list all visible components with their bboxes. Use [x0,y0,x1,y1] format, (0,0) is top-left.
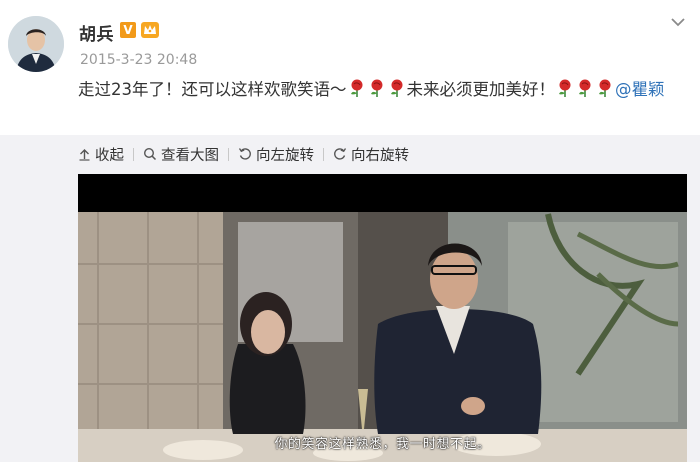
rotate-left-label: 向左旋转 [256,147,314,164]
rose-icon [350,79,362,97]
post-header: 胡兵 V 2015-3-23 20:48 走过23年了！还可以这样欢歌笑语～ 未来… [0,0,700,135]
username[interactable]: 胡兵 [79,20,114,45]
collapse-button[interactable]: 收起 [78,143,124,165]
rose-icon [390,79,402,97]
crown-icon[interactable] [140,19,160,39]
rotate-right-label: 向右旋转 [351,147,409,164]
rose-icon [370,79,382,97]
arrow-up-icon [79,148,90,161]
chevron-down-icon[interactable] [668,12,688,32]
collapse-label: 收起 [95,147,124,164]
post-text-part2: 未来必须更加美好！ [406,80,556,99]
rose-icon [579,79,591,97]
media-area: 收起 查看大图 向左旋转 向右旋转 你的笑容这样熟悉，我一时想不起。 [0,135,700,462]
toolbar-divider [133,147,134,161]
post-text-part1: 走过23年了！还可以这样欢歌笑语～ [78,80,347,99]
verified-badge[interactable]: V [120,22,136,38]
toolbar-divider [323,147,324,161]
rotate-left-button[interactable]: 向左旋转 [238,143,314,165]
post-photo[interactable]: 你的笑容这样熟悉，我一时想不起。 [78,174,687,462]
rose-icon [559,79,571,97]
photo-scene [78,174,687,462]
avatar[interactable] [8,16,64,72]
rotate-left-icon [238,148,251,160]
mention-link[interactable]: @瞿颖 [615,80,665,99]
media-toolbar: 收起 查看大图 向左旋转 向右旋转 [78,143,409,165]
photo-subtitle: 你的笑容这样熟悉，我一时想不起。 [274,437,491,452]
post-text: 走过23年了！还可以这样欢歌笑语～ 未来必须更加美好！ @瞿颖 [78,76,688,103]
search-icon [143,147,157,161]
toolbar-divider [228,147,229,161]
rotate-right-button[interactable]: 向右旋转 [333,143,409,165]
post-timestamp[interactable]: 2015-3-23 20:48 [80,52,197,68]
rose-icon [599,79,611,97]
view-large-label: 查看大图 [161,147,219,164]
rotate-right-icon [334,148,347,160]
view-large-button[interactable]: 查看大图 [143,143,219,165]
